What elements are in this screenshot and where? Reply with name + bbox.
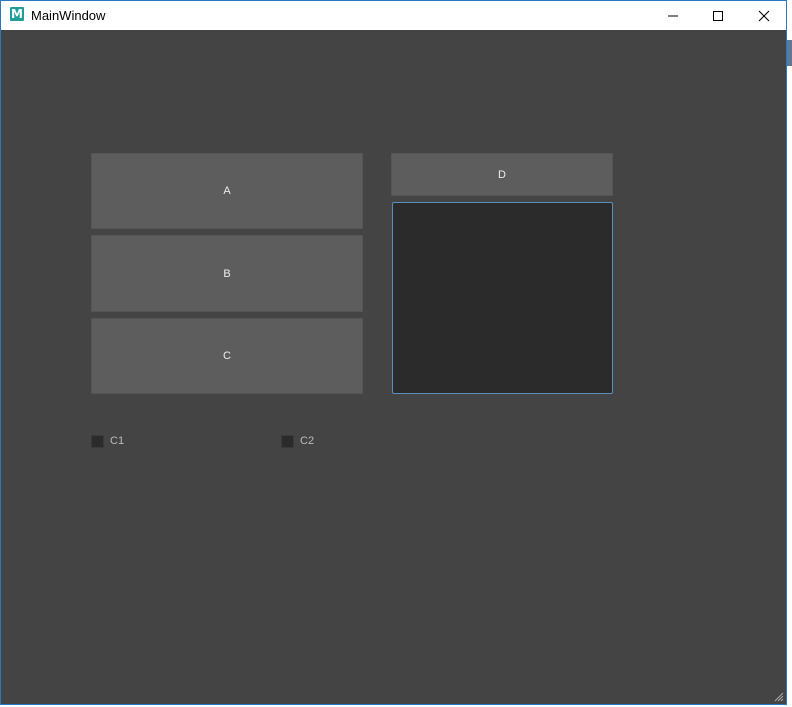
maximize-icon [713,11,723,21]
main-window: M MainWindow A B C D C1 C2 [0,0,787,705]
resize-grip-icon[interactable] [774,692,784,702]
button-b[interactable]: B [91,235,363,312]
close-button[interactable] [741,1,787,30]
app-icon: M [10,7,24,21]
button-a[interactable]: A [91,153,363,229]
button-b-label: B [223,267,231,280]
checkbox-c1-box[interactable] [91,434,104,448]
checkbox-c2-box[interactable] [281,434,294,448]
button-a-label: A [223,185,231,197]
maximize-button[interactable] [695,1,741,30]
dark-panel[interactable] [392,202,613,394]
background-edge-mark [787,40,792,66]
minimize-button[interactable] [650,1,696,30]
checkbox-c1[interactable]: C1 [91,434,124,448]
checkbox-c2-label: C2 [300,435,315,447]
minimize-icon [668,15,678,17]
close-icon [758,10,770,22]
title-bar[interactable]: M MainWindow [1,1,786,30]
button-d-label: D [498,168,506,181]
window-title: MainWindow [31,8,106,23]
button-c[interactable]: C [91,318,363,394]
background-window-edge [787,0,792,707]
button-c-label: C [223,350,231,362]
checkbox-c1-label: C1 [110,435,125,447]
checkbox-c2[interactable]: C2 [281,434,314,448]
central-widget: A B C D C1 C2 [1,30,786,704]
button-d[interactable]: D [391,153,613,196]
